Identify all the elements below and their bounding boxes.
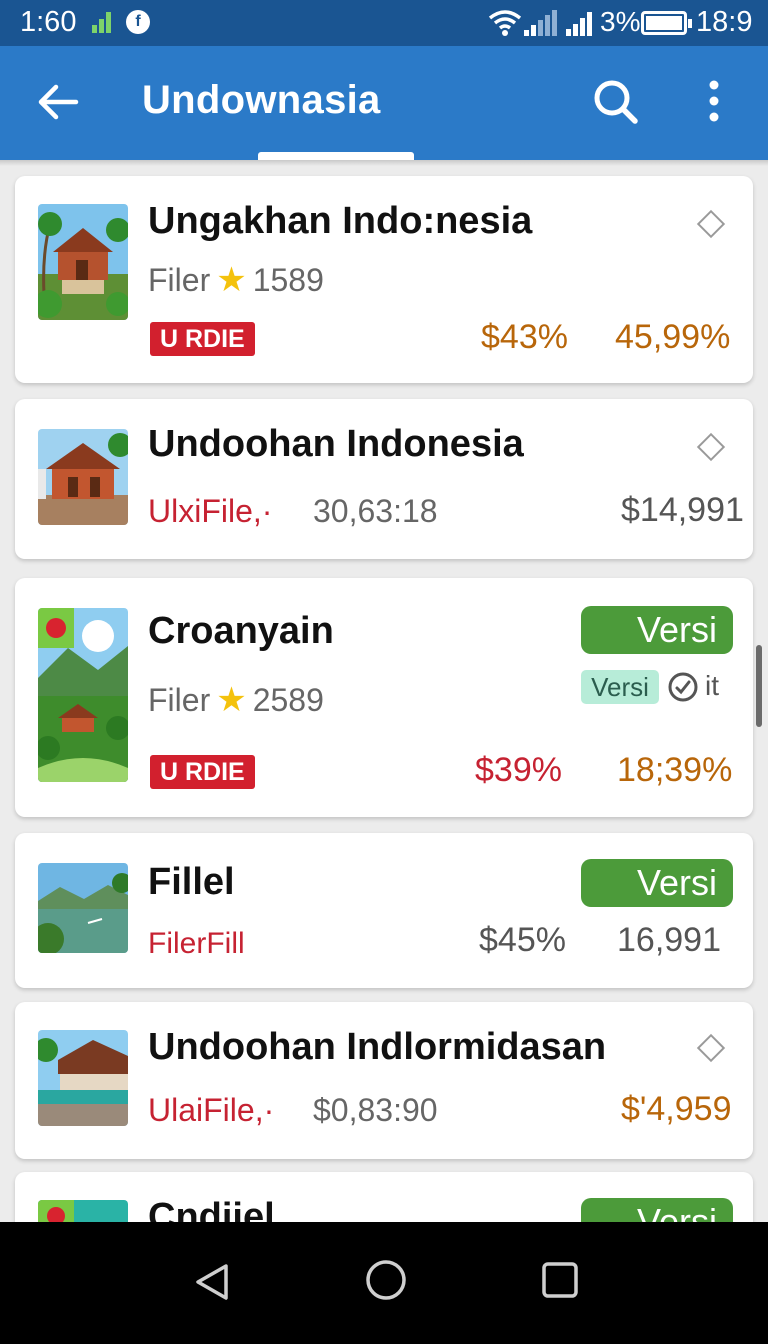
- app-bar: Undownasia: [0, 46, 768, 160]
- listing-thumbnail: [38, 608, 128, 782]
- status-tag: U RDIE: [150, 322, 255, 356]
- listing-title: Undoohan Indonesia: [148, 423, 524, 465]
- listing-meta: 30,63:18: [313, 493, 438, 529]
- price-discount: $43%: [481, 318, 568, 356]
- rating-count: 1589: [252, 262, 324, 298]
- price-total: $'4,959: [621, 1090, 732, 1128]
- navigation-bar: [0, 1222, 768, 1344]
- wifi-icon: [488, 10, 522, 36]
- list-item[interactable]: Undoohan Indlormidasan UlaiFile,· $0,83:…: [15, 1002, 753, 1159]
- price-discount: $39%: [475, 751, 562, 789]
- price-discount: $45%: [479, 921, 566, 959]
- listing-thumbnail: [38, 1030, 128, 1126]
- listing-thumbnail: [38, 863, 128, 953]
- listing-subtitle: Filer ★ 1589: [148, 260, 324, 300]
- listing-title: Croanyain: [148, 610, 334, 652]
- back-arrow-icon[interactable]: [34, 78, 82, 126]
- listing-label: Filer: [148, 262, 211, 298]
- price-total: 45,99%: [615, 318, 731, 356]
- diamond-icon[interactable]: [696, 432, 726, 462]
- list-item[interactable]: Cndiiel Versi: [15, 1172, 753, 1222]
- diamond-icon[interactable]: [696, 209, 726, 239]
- status-time: 1:60: [20, 6, 77, 38]
- cell-signal-2-icon: [566, 10, 596, 36]
- versi-button[interactable]: Versi: [581, 859, 733, 907]
- price-total: $14,991: [621, 491, 744, 529]
- listing-meta: $0,83:90: [313, 1092, 438, 1128]
- list-item[interactable]: Croanyain Filer ★ 2589 U RDIE $39% 18;39% …: [15, 578, 753, 817]
- listing-title: Fillel: [148, 861, 235, 903]
- listing-label: UlaiFile,·: [148, 1092, 275, 1128]
- search-icon[interactable]: [590, 76, 640, 126]
- listing-label: Filer: [148, 682, 211, 718]
- listing-list[interactable]: Ungakhan Indo:nesia Filer ★ 1589 U RDIE $4…: [0, 166, 768, 1222]
- star-icon: ★: [216, 681, 247, 719]
- listing-title: Ungakhan Indo:nesia: [148, 200, 533, 242]
- cell-signal-icon: [524, 10, 558, 36]
- diamond-icon[interactable]: [696, 1033, 726, 1063]
- listing-thumbnail: [38, 204, 128, 320]
- check-circle-icon: [668, 672, 698, 702]
- more-vert-icon[interactable]: [696, 76, 732, 126]
- check-label: it: [705, 670, 719, 701]
- rating-count: 2589: [252, 682, 324, 718]
- nav-home-icon[interactable]: [364, 1258, 408, 1302]
- nav-back-icon[interactable]: [190, 1258, 238, 1306]
- page-title: Undownasia: [142, 78, 381, 122]
- battery-icon: [641, 11, 692, 35]
- data-signal-icon: [92, 11, 114, 33]
- versi-button[interactable]: Versi: [581, 606, 733, 654]
- listing-thumbnail: [38, 1200, 128, 1222]
- listing-label: FilerFill: [148, 927, 245, 960]
- list-item[interactable]: Fillel FilerFill $45% 16,991 Versi: [15, 833, 753, 988]
- price-total: 16,991: [617, 921, 721, 959]
- status-bar: 1:60 f 3% 18:9: [0, 0, 768, 46]
- tab-indicator: [258, 152, 414, 160]
- app-notification-icon: f: [126, 10, 150, 34]
- nav-recents-icon[interactable]: [540, 1260, 580, 1300]
- versi-button[interactable]: Versi: [581, 1198, 733, 1222]
- listing-title: Cndiiel: [148, 1196, 275, 1222]
- status-tag: U RDIE: [150, 755, 255, 789]
- battery-percent: 3%: [600, 6, 641, 37]
- listing-label: UlxiFile,·: [148, 493, 273, 529]
- scrollbar[interactable]: [756, 645, 762, 727]
- list-item[interactable]: Undoohan Indonesia UlxiFile,· 30,63:18 $…: [15, 399, 753, 559]
- listing-title: Undoohan Indlormidasan: [148, 1026, 607, 1068]
- list-item[interactable]: Ungakhan Indo:nesia Filer ★ 1589 U RDIE $4…: [15, 176, 753, 383]
- star-icon: ★: [216, 261, 247, 299]
- status-time-right: 18:9: [696, 6, 753, 38]
- listing-thumbnail: [38, 429, 128, 525]
- listing-subtitle: Filer ★ 2589: [148, 680, 324, 720]
- price-total: 18;39%: [617, 751, 733, 789]
- versi-chip[interactable]: Versi: [581, 670, 659, 704]
